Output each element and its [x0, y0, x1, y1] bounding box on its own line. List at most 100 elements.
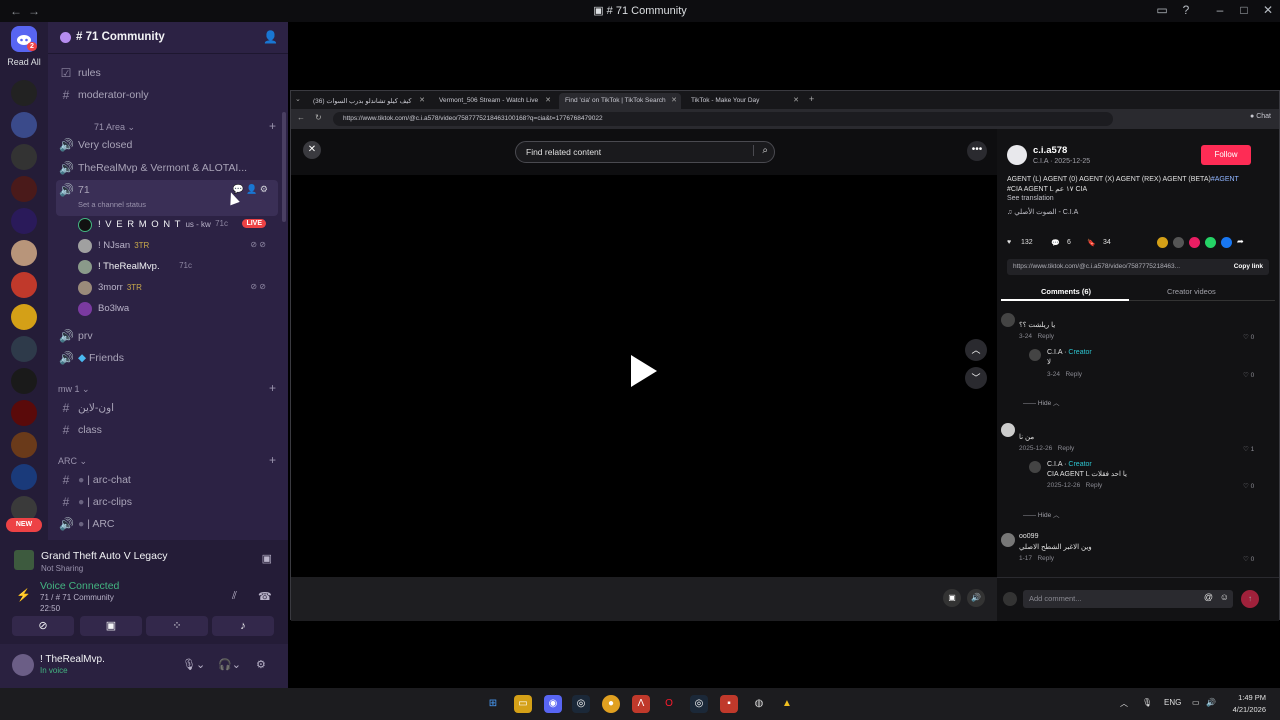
heart-icon[interactable]: ♥ [1007, 239, 1011, 246]
reply-link[interactable]: Reply [1065, 371, 1082, 378]
share-icon-2[interactable] [1189, 237, 1200, 248]
maximize-icon[interactable]: □ [1234, 3, 1254, 17]
invite-member-icon[interactable]: 👤 [263, 30, 278, 44]
music-info[interactable]: ♫ الصوت الأصلي - C.I.A [1007, 208, 1078, 216]
tab-comments[interactable]: Comments (6) [1041, 287, 1091, 296]
screen-share-button[interactable]: ▣ [80, 616, 142, 636]
voice-channel-arc[interactable]: 🔊 ● | ARC [56, 514, 278, 534]
send-arrow-icon[interactable]: ↑ [1241, 590, 1259, 608]
microphone-icon[interactable]: 🎙⌄ [182, 658, 205, 671]
noise-suppression-icon[interactable]: ⫽ [232, 590, 237, 603]
category-arc[interactable]: ARC ⌄ [58, 456, 87, 467]
camera-off-button[interactable]: ⊘ [12, 616, 74, 636]
chevron-up-icon[interactable]: ︿ [965, 339, 987, 361]
bookmark-icon[interactable]: 🔖 [1087, 239, 1096, 247]
server-icon-6[interactable] [11, 240, 37, 266]
comment-input[interactable]: Add comment... @ ☺ [1023, 590, 1233, 608]
voice-channel-name[interactable]: 71 / # 71 Community [40, 593, 114, 602]
server-icon-2[interactable] [11, 112, 37, 138]
browser-tab-tiktok-search[interactable]: Find 'cia' on TikTok | TikTok Search ✕ [559, 93, 681, 109]
volume-icon[interactable]: 🔊 [967, 589, 985, 607]
whatsapp-icon[interactable] [1205, 237, 1216, 248]
back-icon[interactable]: ← [297, 113, 305, 122]
steam-icon[interactable]: ◎ [572, 695, 590, 713]
activities-button[interactable]: ⁘ [146, 616, 208, 636]
browser-tab-youtube[interactable]: كيف كيلو تشاندلو بدرب السوات (36) ✕ [307, 93, 429, 109]
avatar[interactable] [1029, 349, 1041, 361]
app-a-icon[interactable]: Λ [632, 695, 650, 713]
voice-channel-prv[interactable]: 🔊 prv [56, 326, 278, 346]
activity-card[interactable]: Grand Theft Auto V Legacy Not Sharing ▣ [8, 544, 280, 578]
x-icon[interactable]: ✕ [303, 141, 321, 159]
server-icon-13[interactable] [11, 464, 37, 490]
tab-creator-videos[interactable]: Creator videos [1167, 287, 1216, 296]
channel-class[interactable]: # class [56, 420, 278, 440]
voice-user-bo3lwa[interactable]: Bo3lwa [78, 300, 278, 318]
voice-user-vermont[interactable]: ! V E R M O N Tus - kw 71c LIVE [78, 216, 278, 234]
share-icon-1[interactable] [1157, 237, 1168, 248]
avatar[interactable] [1001, 313, 1015, 327]
channel-actions-icon[interactable]: 💬 👤 ⚙ [233, 184, 268, 195]
discord-icon[interactable]: ◉ [544, 695, 562, 713]
avatar[interactable] [1001, 423, 1015, 437]
browser-tab-kick[interactable]: Vermont_506 Stream - Watch Live ✕ [433, 93, 555, 109]
app-red-icon[interactable]: ▪ [720, 695, 738, 713]
new-tab-icon[interactable]: + [809, 94, 814, 104]
voice-channel-friends[interactable]: 🔊 ◆ Friends [56, 348, 278, 368]
opera-icon[interactable]: O [660, 695, 678, 713]
server-icon-7[interactable] [11, 272, 37, 298]
voice-user-njsan[interactable]: ! NJsan 3TR ⊘ ⊘ [78, 237, 278, 255]
file-explorer-icon[interactable]: ▭ [514, 695, 532, 713]
play-icon[interactable] [631, 355, 657, 387]
reply-link[interactable]: Reply [1058, 445, 1075, 452]
see-translation-link[interactable]: See translation [1007, 195, 1054, 202]
browser-tab-tiktok[interactable]: TikTok - Make Your Day ✕ [685, 93, 803, 109]
language-indicator[interactable]: ENG [1164, 698, 1181, 707]
channel-arc-chat[interactable]: # ● | arc-chat [56, 470, 278, 490]
add-channel-icon[interactable]: + [269, 119, 276, 133]
server-icon-9[interactable] [11, 336, 37, 362]
server-icon-1[interactable] [11, 80, 37, 106]
channel-arabic[interactable]: # اون-لاين [56, 398, 278, 418]
server-icon-5[interactable] [11, 208, 37, 234]
creator-username[interactable]: c.i.a578 [1033, 145, 1067, 156]
volume-tray-icon[interactable]: 🔊 [1206, 698, 1216, 707]
network-icon[interactable]: ▭ [1192, 698, 1200, 707]
headphones-icon[interactable]: 🎧⌄ [218, 658, 241, 671]
server-icon-3[interactable] [11, 144, 37, 170]
disconnect-icon[interactable]: ☎ [258, 590, 272, 603]
channel-rules[interactable]: ☑ rules [56, 63, 278, 83]
app-icon[interactable]: ● [602, 695, 620, 713]
url-field[interactable]: https://www.tiktok.com/@c.i.a578/video/7… [333, 112, 1113, 126]
obs-icon[interactable]: ◍ [750, 695, 768, 713]
follow-button[interactable]: Follow [1201, 145, 1251, 165]
video-player[interactable]: ✕ Find related content ⌕ ••• ︿ ﹀ ▣ 🔊 [291, 129, 997, 621]
chevron-down-icon[interactable]: ﹀ [965, 367, 987, 389]
category-mw1[interactable]: mw 1 ⌄ [58, 384, 90, 395]
server-icon-11[interactable] [11, 400, 37, 426]
voice-channel-71[interactable]: 🔊 71 Set a channel status 💬 👤 ⚙ [56, 180, 278, 216]
channel-moderator-only[interactable]: # moderator-only [56, 85, 278, 105]
read-all-button[interactable]: Read All [0, 57, 48, 67]
server-icon-10[interactable] [11, 368, 37, 394]
more-dots-icon[interactable]: ••• [967, 141, 987, 161]
server-icon-4[interactable] [11, 176, 37, 202]
channel-arc-clips[interactable]: # ● | arc-clips [56, 492, 278, 512]
category-71-area[interactable]: 71 Area ⌄ [94, 122, 135, 133]
minimize-icon[interactable]: – [1210, 3, 1230, 17]
creator-avatar[interactable] [1007, 145, 1027, 165]
reply-link[interactable]: Reply [1086, 482, 1103, 489]
add-channel-icon[interactable]: + [269, 381, 276, 395]
hide-replies-button[interactable]: —— Hide ︿ [1023, 397, 1060, 407]
chevron-up-icon[interactable]: ︿ [1120, 698, 1128, 709]
share-arrow-icon[interactable]: ➦ [1237, 237, 1248, 248]
copy-link-button[interactable]: Copy link [1234, 263, 1263, 270]
reply-link[interactable]: Reply [1037, 555, 1054, 562]
voice-user-therealmvp[interactable]: ! TheRealMvp. 71c [78, 258, 278, 276]
inbox-icon[interactable]: ▭ [1152, 3, 1172, 17]
steam-2-icon[interactable]: ◎ [690, 695, 708, 713]
settings-gear-icon[interactable]: ⚙ [256, 658, 266, 671]
server-header[interactable]: # 71 Community 👤 [48, 22, 288, 54]
signal-icon[interactable]: ⚡ [16, 588, 31, 602]
embed-icon[interactable] [1173, 237, 1184, 248]
